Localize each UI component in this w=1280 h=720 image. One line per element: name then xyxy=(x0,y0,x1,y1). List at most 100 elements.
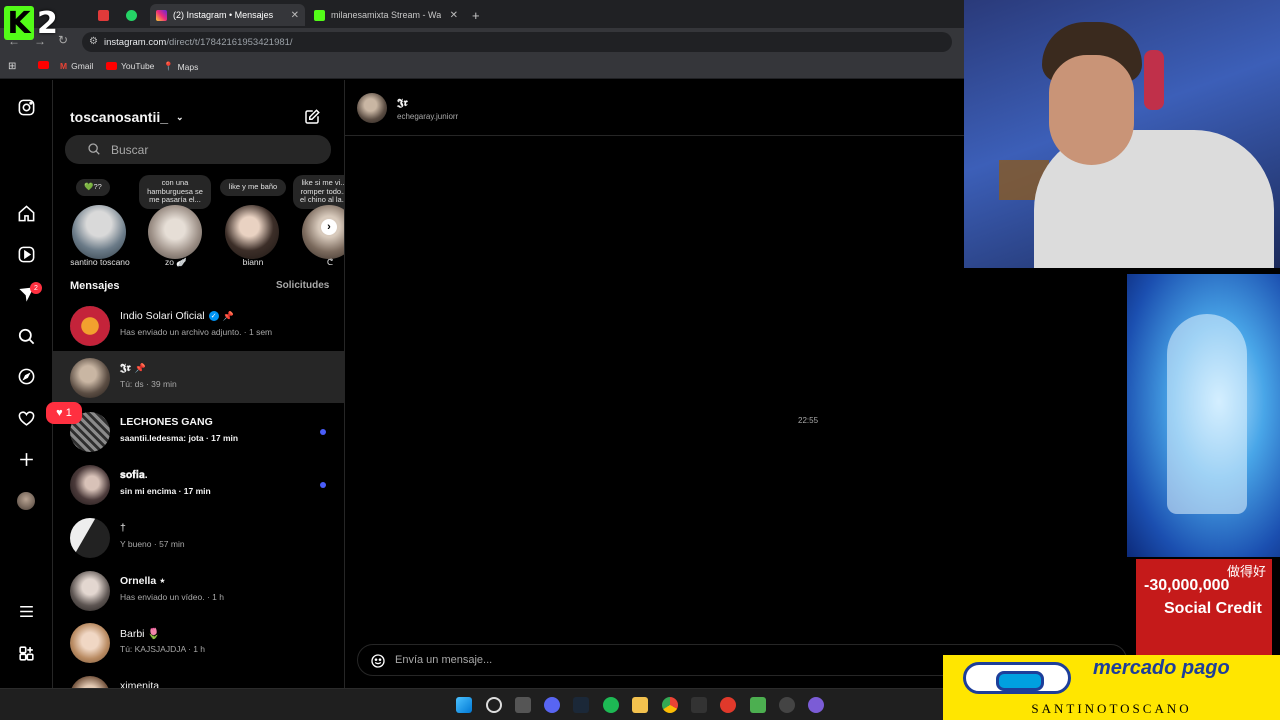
windows-start-icon[interactable] xyxy=(456,697,472,713)
steam-icon[interactable] xyxy=(573,697,589,713)
notes-row: 💚?? santino toscano con una hamburguesa … xyxy=(53,175,344,270)
tab-stream[interactable]: milanesamixta Stream - Watch ✕ xyxy=(308,4,464,26)
conversation-preview: sin mi encima · 17 min xyxy=(120,486,211,496)
unread-dot xyxy=(320,482,326,488)
mercadopago-logo xyxy=(963,662,1071,694)
close-icon[interactable]: ✕ xyxy=(291,10,299,21)
spotify-icon[interactable] xyxy=(603,697,619,713)
bookmark-gmail[interactable]: M Gmail xyxy=(60,61,93,71)
conversation-name: LECHONES GANG xyxy=(120,416,213,428)
notification-badge: 2 xyxy=(30,282,42,294)
conversation-item[interactable]: 𝕵𝖗 📌 Tú: ds · 39 min xyxy=(53,351,344,403)
conversation-name: Indio Solari Oficial ✓ 📌 xyxy=(120,310,234,322)
new-message-icon[interactable] xyxy=(303,108,321,126)
search-icon[interactable] xyxy=(16,326,36,346)
inbox-panel: toscanosantii_ ⌄ Buscar 💚?? santino tosc… xyxy=(53,80,345,688)
close-icon[interactable]: ✕ xyxy=(450,10,458,21)
tab-instagram[interactable]: (2) Instagram • Mensajes ✕ xyxy=(150,4,305,26)
avatar xyxy=(70,465,110,505)
chevron-down-icon: ⌄ xyxy=(176,111,184,122)
address-bar-row: ← → ↻ ⚙ instagram.com/direct/t/178421619… xyxy=(0,28,964,55)
home-icon[interactable] xyxy=(16,203,36,223)
chat-handle: echegaray.juniorr xyxy=(397,112,459,121)
conversation-preview: saantii.ledesma: jota · 17 min xyxy=(120,433,239,443)
url-field[interactable]: ⚙ instagram.com/direct/t/178421619534219… xyxy=(82,32,952,52)
bookmark-label: YouTube xyxy=(121,61,155,71)
tab-label: (2) Instagram • Mensajes xyxy=(173,10,274,20)
obs-icon[interactable] xyxy=(779,697,795,713)
conversation-item[interactable]: LECHONES GANG saantii.ledesma: jota · 17… xyxy=(53,405,344,457)
logo-letter: K xyxy=(4,6,34,41)
video-overlay xyxy=(1127,274,1280,557)
tab-whatsapp[interactable] xyxy=(120,4,142,26)
heart-icon: ♥ xyxy=(56,407,63,419)
conversation-item[interactable]: Ornella ⋆ Has enviado un vídeo. · 1 h xyxy=(53,564,344,616)
url-host: instagram.com xyxy=(104,36,167,48)
reels-icon[interactable] xyxy=(16,244,36,264)
microphone-icon[interactable] xyxy=(720,697,736,713)
stream-logo: K 2 xyxy=(4,4,66,42)
audio-app-icon[interactable] xyxy=(691,697,707,713)
youtube-icon xyxy=(106,62,117,70)
conversation-item[interactable]: Barbi 🌷 Tú: KAJSJAJDJA · 1 h xyxy=(53,616,344,668)
mercadopago-title: mercado pago xyxy=(1093,657,1230,679)
note-bubble: like si me vi... romper todo... el chino… xyxy=(293,175,344,209)
app-icon[interactable] xyxy=(750,697,766,713)
avatar xyxy=(70,306,110,346)
heart-icon[interactable] xyxy=(16,408,36,428)
logo-number: 2 xyxy=(37,5,58,41)
create-icon[interactable] xyxy=(16,449,36,469)
avatar[interactable] xyxy=(357,93,387,123)
kick-icon xyxy=(314,9,325,21)
chevron-right-icon[interactable]: › xyxy=(321,219,337,235)
account-switcher[interactable]: toscanosantii_ ⌄ xyxy=(70,109,184,125)
likes-notification-pill[interactable]: ♥ 1 xyxy=(46,402,82,424)
chat-header: 𝕵𝖗 echegaray.juniorr xyxy=(345,80,964,136)
message-placeholder: Envía un mensaje... xyxy=(395,654,493,666)
chrome-icon[interactable] xyxy=(662,697,678,713)
conversation-item[interactable]: ximenita xyxy=(53,669,344,688)
file-explorer-icon[interactable] xyxy=(632,697,648,713)
avatar xyxy=(70,623,110,663)
task-view-icon[interactable] xyxy=(515,697,531,713)
emoji-icon[interactable] xyxy=(370,653,386,669)
search-icon[interactable] xyxy=(486,697,502,713)
search-placeholder: Buscar xyxy=(111,142,149,157)
instagram-icon xyxy=(156,9,167,21)
site-info-icon[interactable]: ⚙ xyxy=(89,36,98,47)
app-icon[interactable] xyxy=(808,697,824,713)
more-apps-icon[interactable] xyxy=(16,643,36,663)
conversation-item[interactable]: 𝐬𝐨𝐟𝐢𝐚. sin mi encima · 17 min xyxy=(53,458,344,510)
youtube-shortcut[interactable] xyxy=(38,61,49,69)
apps-icon[interactable]: ⊞ xyxy=(8,61,16,72)
avatar xyxy=(148,205,202,259)
conversation-item[interactable]: † Y bueno · 57 min xyxy=(53,511,344,563)
requests-link[interactable]: Solicitudes xyxy=(276,280,329,291)
bookmark-youtube[interactable]: YouTube xyxy=(106,61,154,71)
message-timestamp: 22:55 xyxy=(798,416,819,425)
app-icon xyxy=(98,9,109,21)
conversation-preview: Tú: ds · 39 min xyxy=(120,379,177,389)
mercadopago-account: SANTINOTOSCANO xyxy=(1031,701,1192,716)
note-bubble: 💚?? xyxy=(76,179,110,196)
conversation-preview: Has enviado un archivo adjunto. · 1 sem xyxy=(120,327,273,337)
discord-icon[interactable] xyxy=(544,697,560,713)
youtube-icon xyxy=(38,61,49,69)
explore-icon[interactable] xyxy=(16,366,36,386)
search-input[interactable]: Buscar xyxy=(65,135,331,164)
instagram-logo-icon[interactable] xyxy=(16,97,36,117)
tab-pinned-1[interactable] xyxy=(92,4,114,26)
conversation-name: 𝕵𝖗 📌 xyxy=(120,362,146,375)
conversation-preview: Y bueno · 57 min xyxy=(120,539,185,549)
chat-title[interactable]: 𝕵𝖗 xyxy=(397,97,408,110)
credit-label: Social Credit xyxy=(1164,600,1262,617)
new-tab-button[interactable]: + xyxy=(466,4,486,26)
conversation-item[interactable]: Indio Solari Oficial ✓ 📌 Has enviado un ar… xyxy=(53,299,344,351)
avatar xyxy=(70,518,110,558)
conversation-name: ximenita xyxy=(120,680,160,688)
webcam-person-head xyxy=(1049,55,1134,165)
menu-icon[interactable] xyxy=(16,601,36,621)
bookmark-maps[interactable]: 📍 Maps xyxy=(163,61,198,72)
profile-avatar[interactable] xyxy=(16,491,36,511)
bookmark-label: Maps xyxy=(177,61,199,72)
